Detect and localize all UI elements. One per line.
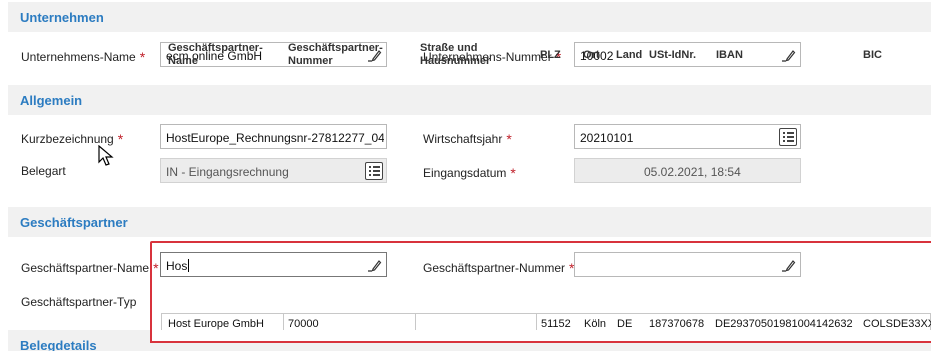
col-header-name: Geschäftspartner- Name bbox=[168, 42, 263, 67]
section-title: Geschäftspartner bbox=[20, 215, 128, 230]
col-header-ort: Ort bbox=[583, 49, 600, 61]
suggestion-cell-ort: Köln bbox=[584, 318, 607, 330]
kurzbezeichnung-label: Kurzbezeichnung * bbox=[21, 131, 124, 147]
section-unternehmen: Unternehmen bbox=[8, 2, 931, 32]
geschaeftspartner-nummer-label: Geschäftspartner-Nummer * bbox=[423, 260, 575, 276]
geschaeftspartner-nummer-field[interactable] bbox=[574, 252, 801, 277]
edit-pencil-icon[interactable] bbox=[780, 47, 796, 63]
required-marker: * bbox=[139, 49, 146, 65]
required-marker: * bbox=[506, 131, 512, 147]
section-geschaeftspartner: Geschäftspartner bbox=[8, 207, 931, 237]
suggestion-cell-plz: 51152 bbox=[541, 318, 571, 330]
suggestion-cell-land: DE bbox=[617, 318, 633, 330]
wirtschaftsjahr-field[interactable]: 20210101 bbox=[574, 124, 801, 149]
col-header-strasse: Straße und Hausnummer bbox=[420, 42, 491, 67]
required-marker: * bbox=[153, 260, 159, 276]
suggestion-cell-bic: COLSDE33XX bbox=[863, 318, 931, 330]
section-allgemein: Allgemein bbox=[8, 85, 931, 115]
belegart-field[interactable]: IN - Eingangsrechnung bbox=[160, 158, 387, 183]
geschaeftspartner-name-label: Geschäftspartner-Name * bbox=[21, 260, 159, 276]
col-header-nummer: Geschäftspartner- Nummer bbox=[288, 42, 383, 67]
col-header-ust: USt-IdNr. bbox=[649, 49, 697, 61]
required-marker: * bbox=[117, 131, 124, 147]
edit-pencil-icon[interactable] bbox=[366, 257, 382, 273]
col-header-bic: BIC bbox=[863, 49, 882, 61]
list-select-icon[interactable] bbox=[779, 128, 797, 146]
eingangsdatum-label: Eingangsdatum * bbox=[423, 165, 516, 181]
col-header-iban: IBAN bbox=[716, 49, 743, 61]
belegart-label: Belegart bbox=[21, 164, 66, 178]
suggestion-cell-ust: 187370678 bbox=[649, 318, 705, 330]
section-title: Belegdetails bbox=[20, 338, 97, 351]
list-select-icon[interactable] bbox=[365, 162, 383, 180]
geschaeftspartner-typ-label: Geschäftspartner-Typ bbox=[21, 295, 137, 309]
text-caret bbox=[188, 259, 190, 272]
section-title: Allgemein bbox=[20, 93, 83, 108]
unternehmens-name-label: Unternehmens-Name * bbox=[21, 49, 146, 65]
mouse-cursor-icon bbox=[98, 145, 114, 166]
suggestion-cell-iban: DE29370501981004142632 bbox=[715, 318, 853, 330]
section-title: Unternehmen bbox=[20, 10, 104, 25]
col-header-plz: PLZ bbox=[540, 49, 561, 61]
suggestion-cell-nummer: 70000 bbox=[288, 318, 319, 330]
eingangsdatum-field: 05.02.2021, 18:54 bbox=[574, 158, 801, 183]
edit-pencil-icon[interactable] bbox=[780, 257, 796, 273]
col-header-land: Land bbox=[616, 49, 643, 61]
required-marker: * bbox=[510, 165, 516, 181]
geschaeftspartner-name-input[interactable]: Hos bbox=[160, 252, 387, 277]
dropdown-fill bbox=[152, 330, 931, 341]
wirtschaftsjahr-label: Wirtschaftsjahr * bbox=[423, 131, 512, 147]
dropdown-border-bottom bbox=[150, 341, 931, 343]
kurzbezeichnung-field[interactable]: HostEurope_Rechnungsnr-27812277_04-01- bbox=[160, 124, 387, 149]
suggestion-cell-name: Host Europe GmbH bbox=[168, 318, 264, 330]
